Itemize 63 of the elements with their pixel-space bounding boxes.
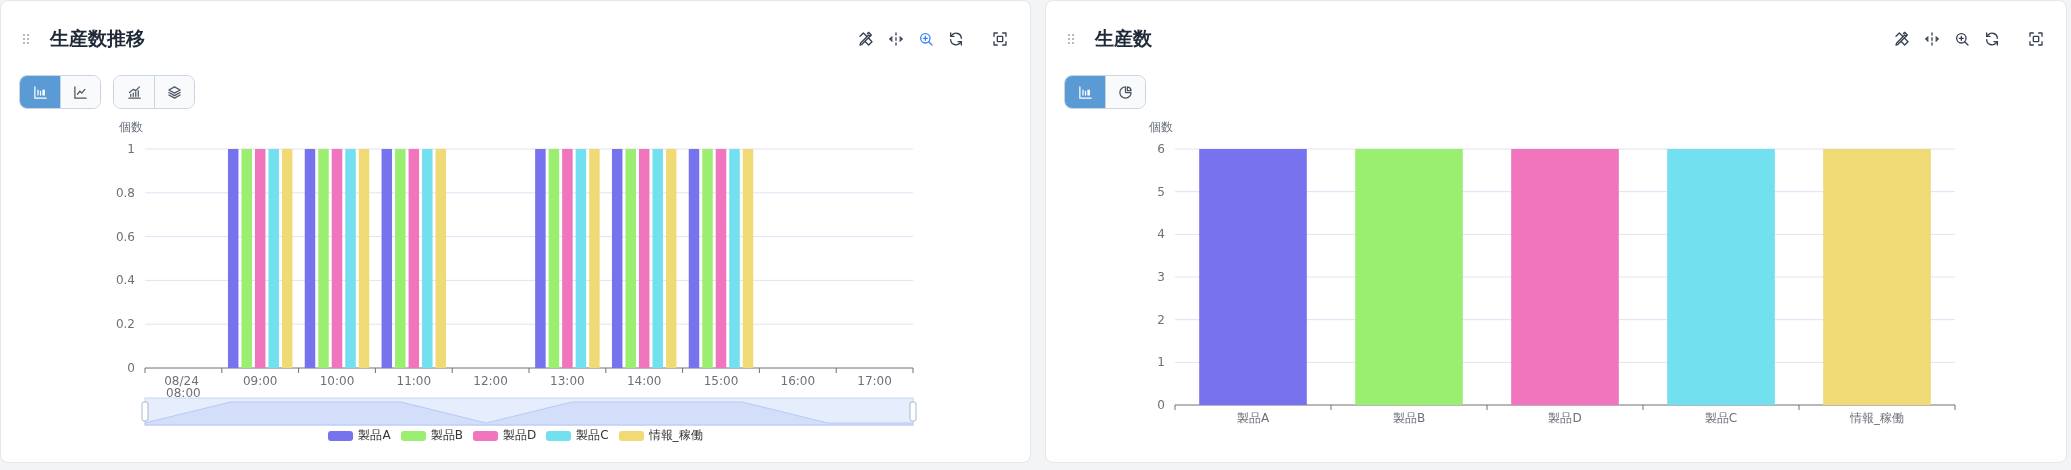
fullscreen-icon[interactable] — [2028, 31, 2044, 47]
axis-label: 製品C — [1704, 411, 1738, 425]
fullscreen-icon[interactable] — [992, 31, 1008, 47]
view-toggle-button[interactable] — [60, 76, 100, 108]
axis-label: 16:00 — [780, 374, 816, 388]
pie-chart-icon — [1118, 84, 1133, 100]
axis-label: 11:00 — [396, 374, 432, 388]
layers-icon — [167, 84, 182, 100]
panel-title: 生産数推移 — [50, 26, 145, 51]
axis-label: 4 — [1157, 227, 1165, 242]
axis-label: 0.8 — [115, 185, 135, 200]
view-toggle-button[interactable] — [154, 76, 194, 108]
axis-label: 09:00 — [242, 374, 278, 388]
refresh-icon[interactable] — [1984, 31, 2000, 47]
move-icon[interactable] — [1924, 31, 1940, 47]
view-toggle-button[interactable] — [1065, 76, 1105, 108]
trend-bars-icon — [126, 84, 142, 100]
axis-title: 個数 — [1149, 120, 1173, 134]
axis-label: 10:00 — [319, 374, 355, 388]
line-chart-icon — [73, 84, 88, 100]
axis-label: 15:00 — [703, 374, 739, 388]
axis-label: 情報_稼働 — [1850, 411, 1904, 425]
axis-label: 0.2 — [115, 317, 135, 332]
view-toggle-button[interactable] — [20, 76, 60, 108]
slider-handle[interactable] — [141, 401, 149, 422]
axis-label: 13:00 — [550, 374, 585, 388]
legend-label[interactable]: 製品C — [576, 427, 609, 444]
refresh-icon[interactable] — [948, 31, 964, 47]
axis-label: 製品D — [1548, 411, 1582, 425]
legend-label[interactable]: 情報_稼働 — [648, 427, 703, 444]
move-icon[interactable] — [888, 31, 904, 47]
axis-label: 0 — [1157, 398, 1165, 412]
edit-icon[interactable] — [858, 31, 874, 47]
legend-label[interactable]: 製品D — [502, 427, 537, 444]
axis-label: 14:00 — [626, 374, 662, 388]
axis-label: 1 — [127, 142, 135, 156]
axis-title: 個数 — [119, 120, 143, 134]
axis-label: 製品A — [1236, 411, 1270, 425]
axis-label: 0.6 — [115, 229, 135, 244]
axis-label: 17:00 — [857, 374, 892, 388]
panel-title: 生産数 — [1095, 26, 1152, 51]
zoom-in-icon[interactable] — [1954, 31, 1970, 47]
legend-label[interactable]: 製品A — [358, 427, 391, 444]
legend-label[interactable]: 製品B — [430, 427, 463, 444]
axis-label: 1 — [1157, 355, 1165, 370]
axis-label: 5 — [1157, 184, 1165, 199]
axis-label: 6 — [1157, 142, 1165, 156]
drag-handle-icon[interactable] — [1068, 34, 1074, 44]
axis-label: 3 — [1157, 270, 1165, 284]
view-toggle-button[interactable] — [1105, 76, 1145, 108]
zoom-slider[interactable] — [144, 397, 914, 426]
slider-handle[interactable] — [909, 401, 917, 422]
axis-label: 12:00 — [473, 374, 508, 388]
bar-chart-icon — [32, 84, 48, 100]
drag-handle-icon[interactable] — [23, 34, 29, 44]
edit-icon[interactable] — [1894, 31, 1910, 47]
axis-label: 製品B — [1392, 411, 1426, 425]
axis-label: 0.4 — [115, 273, 135, 288]
axis-label: 2 — [1157, 312, 1165, 327]
axis-label: 08/24 08:00 — [164, 374, 201, 400]
bar-chart-icon — [1077, 84, 1093, 100]
view-toggle-button[interactable] — [114, 76, 154, 108]
axis-label: 0 — [127, 361, 135, 375]
